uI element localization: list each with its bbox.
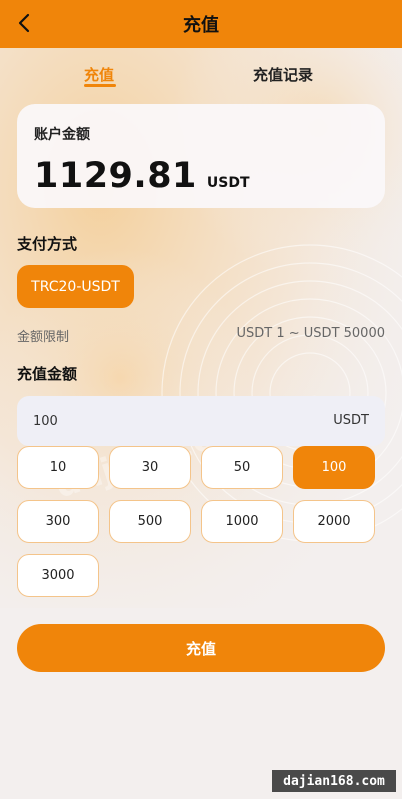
chevron-left-icon[interactable] bbox=[14, 12, 36, 34]
recharge-submit-button[interactable]: 充值 bbox=[17, 624, 385, 672]
amount-limit-value: USDT 1 ~ USDT 50000 bbox=[236, 326, 385, 341]
amount-preset-1000[interactable]: 1000 bbox=[201, 500, 283, 543]
payment-method-title: 支付方式 bbox=[17, 235, 78, 253]
amount-preset-3000[interactable]: 3000 bbox=[17, 554, 99, 597]
amount-preset-2000[interactable]: 2000 bbox=[293, 500, 375, 543]
header-bar: 充值 bbox=[0, 0, 402, 48]
amount-limit-label: 金额限制 bbox=[17, 330, 70, 345]
balance-value: 1129.81 bbox=[34, 156, 197, 196]
amount-unit: USDT bbox=[333, 413, 369, 428]
watermark-badge: dajian168.com bbox=[272, 770, 396, 792]
balance-card: 账户金额 1129.81 USDT bbox=[17, 104, 385, 208]
active-tab-indicator bbox=[84, 84, 116, 87]
tab-recharge-history[interactable]: 充值记录 bbox=[253, 64, 313, 85]
amount-input[interactable] bbox=[33, 396, 293, 446]
amount-preset-500[interactable]: 500 bbox=[109, 500, 191, 543]
amount-preset-30[interactable]: 30 bbox=[109, 446, 191, 489]
amount-preset-300[interactable]: 300 bbox=[17, 500, 99, 543]
amount-preset-50[interactable]: 50 bbox=[201, 446, 283, 489]
balance-label: 账户金额 bbox=[34, 127, 90, 143]
tab-recharge[interactable]: 充值 bbox=[84, 64, 114, 85]
recharge-amount-title: 充值金额 bbox=[17, 365, 78, 383]
tab-bar: 充值 充值记录 bbox=[0, 58, 402, 92]
balance-unit: USDT bbox=[206, 175, 250, 191]
amount-input-box: USDT bbox=[17, 396, 385, 446]
balance-row: 1129.81 USDT bbox=[34, 156, 250, 196]
amount-preset-100[interactable]: 100 bbox=[293, 446, 375, 489]
amount-preset-10[interactable]: 10 bbox=[17, 446, 99, 489]
payment-method-trc20-usdt[interactable]: TRC20-USDT bbox=[17, 265, 134, 308]
page-title: 充值 bbox=[183, 15, 219, 36]
